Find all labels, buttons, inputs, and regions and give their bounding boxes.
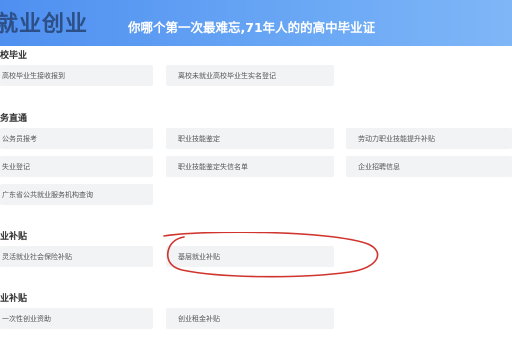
- service-item-unemployed-graduate-registration[interactable]: 离校未就业高校毕业生实名登记: [166, 65, 334, 86]
- service-item-public-employment-agency-query[interactable]: 广东省公共就业服务机构查询: [0, 184, 153, 205]
- section-title-services: 务直通: [0, 114, 28, 124]
- service-item-grassroots-employment-subsidy[interactable]: 基层就业补贴: [166, 246, 334, 267]
- site-logo: 就业创业: [0, 12, 89, 37]
- service-item-civil-service-exam[interactable]: 公务员报考: [0, 128, 153, 149]
- service-item-skill-upgrade-subsidy[interactable]: 劳动力职业技能提升补贴: [346, 128, 512, 149]
- service-item-unemployment-registration[interactable]: 失业登记: [0, 156, 153, 177]
- section-title-graduates: 校毕业: [0, 51, 28, 61]
- header-banner: 就业创业 你哪个第一次最难忘,71年人的的高中毕业证: [0, 0, 512, 46]
- service-item-startup-grant[interactable]: 一次性创业资助: [0, 308, 153, 329]
- service-item-recruitment-info[interactable]: 企业招聘信息: [346, 156, 512, 177]
- banner-caption: 你哪个第一次最难忘,71年人的的高中毕业证: [128, 20, 376, 35]
- service-item-skill-appraisal-blacklist[interactable]: 职业技能鉴定失信名单: [166, 156, 334, 177]
- service-item-startup-rent-subsidy[interactable]: 创业租金补贴: [166, 308, 334, 329]
- service-item-graduate-report[interactable]: 高校毕业生接收报到: [0, 65, 153, 86]
- section-title-entrepreneurship-subsidy: 业补贴: [0, 294, 28, 304]
- service-item-skill-appraisal[interactable]: 职业技能鉴定: [166, 128, 334, 149]
- service-item-flexible-employment-insurance-subsidy[interactable]: 灵活就业社会保险补贴: [0, 246, 153, 267]
- section-title-employment-subsidy: 业补贴: [0, 232, 28, 242]
